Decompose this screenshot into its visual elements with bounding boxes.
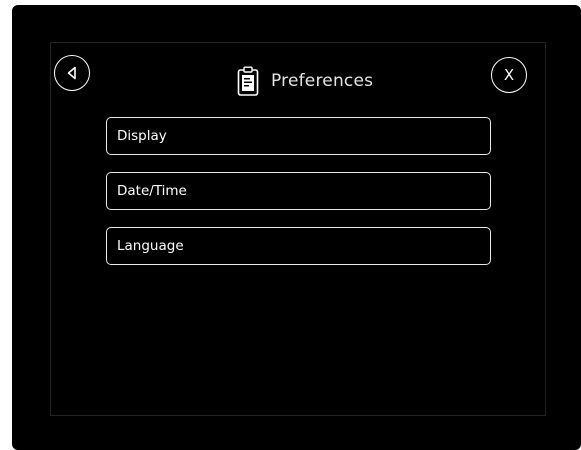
menu-item-language[interactable]: Language	[106, 227, 491, 265]
menu-item-label: Language	[117, 238, 184, 254]
clipboard-icon	[237, 66, 259, 96]
back-button[interactable]	[54, 55, 90, 91]
page-header: Preferences	[237, 65, 373, 97]
menu-item-label: Date/Time	[117, 183, 187, 199]
close-icon: X	[503, 65, 515, 84]
device-frame: Preferences X Display Date/Time Language	[12, 5, 581, 450]
preferences-screen: Preferences X Display Date/Time Language	[50, 42, 546, 416]
page-title: Preferences	[271, 71, 374, 91]
menu-item-label: Display	[117, 128, 167, 144]
menu-item-display[interactable]: Display	[106, 117, 491, 155]
close-button[interactable]: X	[491, 57, 527, 93]
menu-item-date-time[interactable]: Date/Time	[106, 172, 491, 210]
back-triangle-icon	[67, 66, 76, 80]
